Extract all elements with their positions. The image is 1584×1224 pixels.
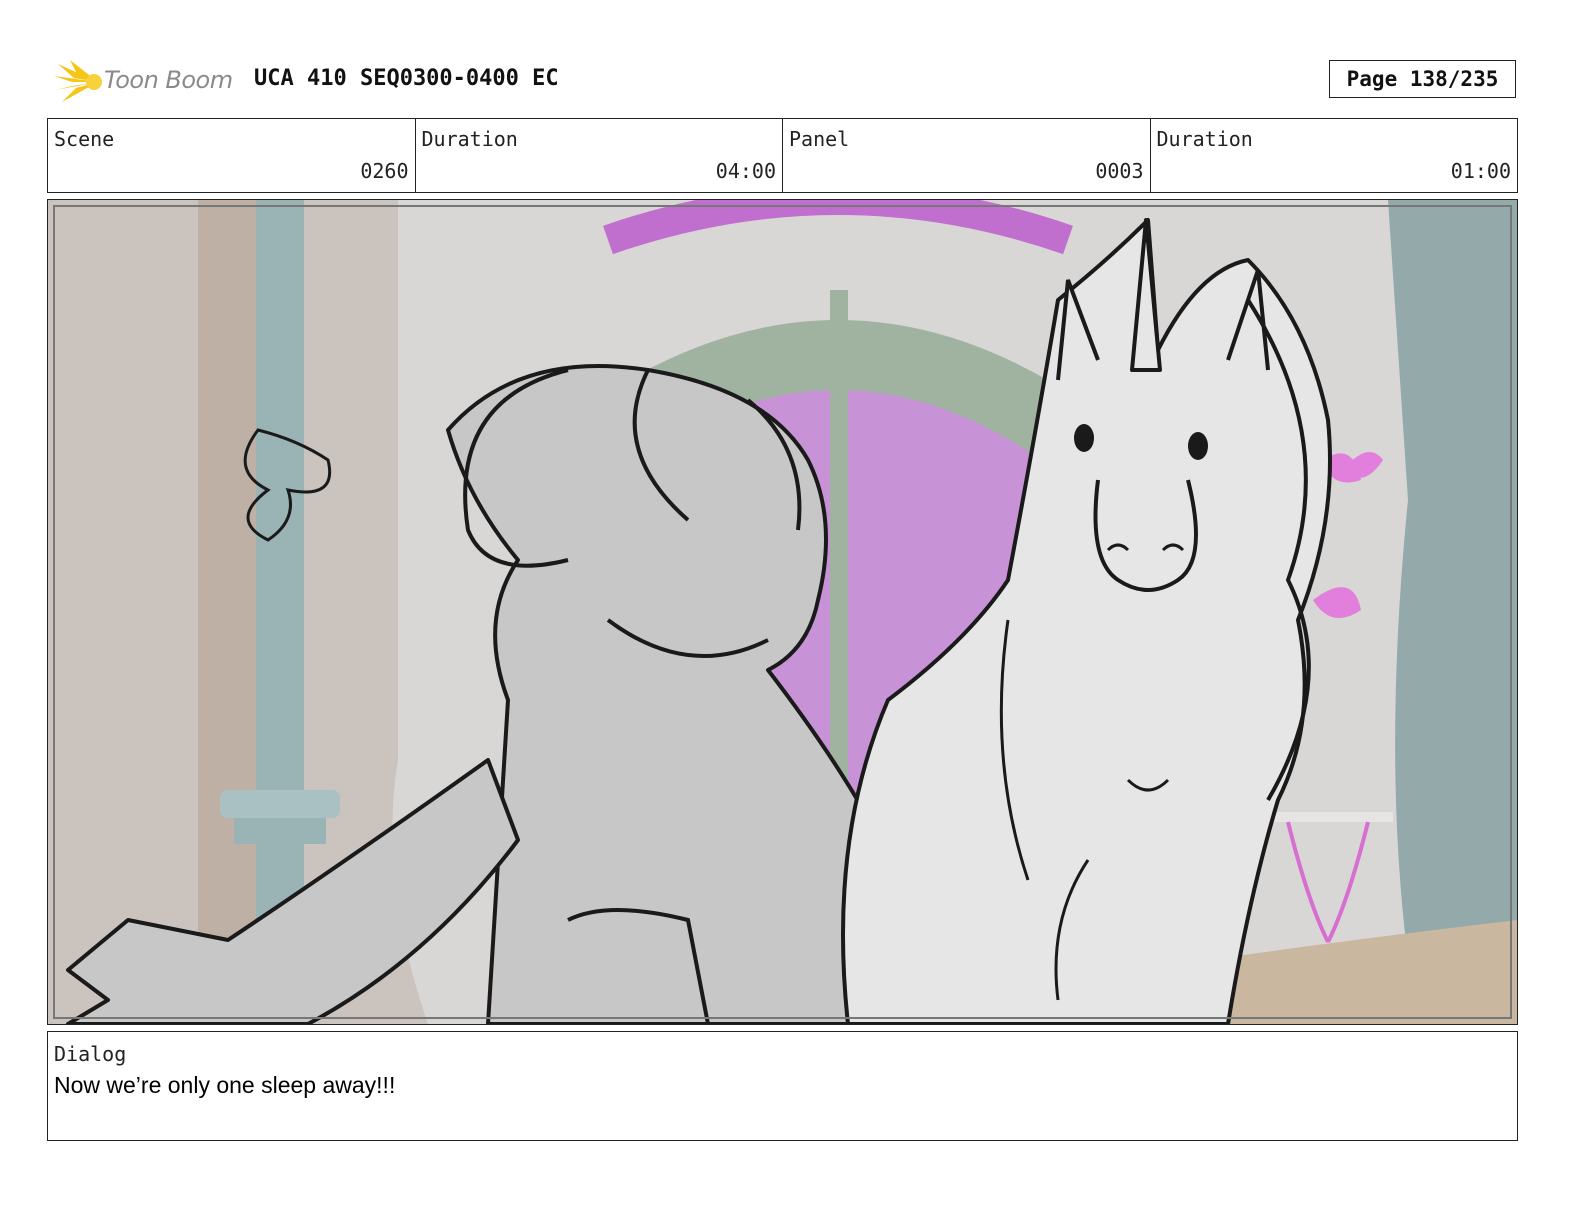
panel-duration-value: 01:00: [1450, 159, 1511, 183]
document-title: UCA 410 SEQ0300-0400 EC: [254, 66, 559, 91]
scene-cell: Scene 0260: [48, 119, 416, 192]
panel-cell: Panel 0003: [783, 119, 1151, 192]
dialog-box: Dialog Now we’re only one sleep away!!!: [47, 1031, 1518, 1141]
panel-value: 0003: [1095, 159, 1144, 183]
scene-duration-value: 04:00: [715, 159, 776, 183]
dialog-text: Now we’re only one sleep away!!!: [54, 1072, 396, 1098]
sunburst-icon: [54, 60, 102, 102]
scene-duration-cell: Duration 04:00: [416, 119, 783, 192]
toon-boom-logo: Toon Boom: [52, 56, 242, 108]
panel-duration-cell: Duration 01:00: [1151, 119, 1518, 192]
scene-info-table: Scene 0260 Duration 04:00 Panel 0003 Dur…: [47, 118, 1518, 193]
page-indicator: Page 138/235: [1329, 60, 1516, 98]
scene-label: Scene: [54, 127, 115, 151]
storyboard-panel-image: [47, 199, 1518, 1025]
storyboard-sketch: [48, 200, 1517, 1024]
scene-value: 0260: [360, 159, 409, 183]
panel-duration-label: Duration: [1156, 127, 1253, 151]
panel-label: Panel: [789, 127, 850, 151]
logo-text: Toon Boom: [104, 66, 233, 94]
scene-duration-label: Duration: [421, 127, 518, 151]
dialog-label: Dialog: [54, 1042, 127, 1066]
